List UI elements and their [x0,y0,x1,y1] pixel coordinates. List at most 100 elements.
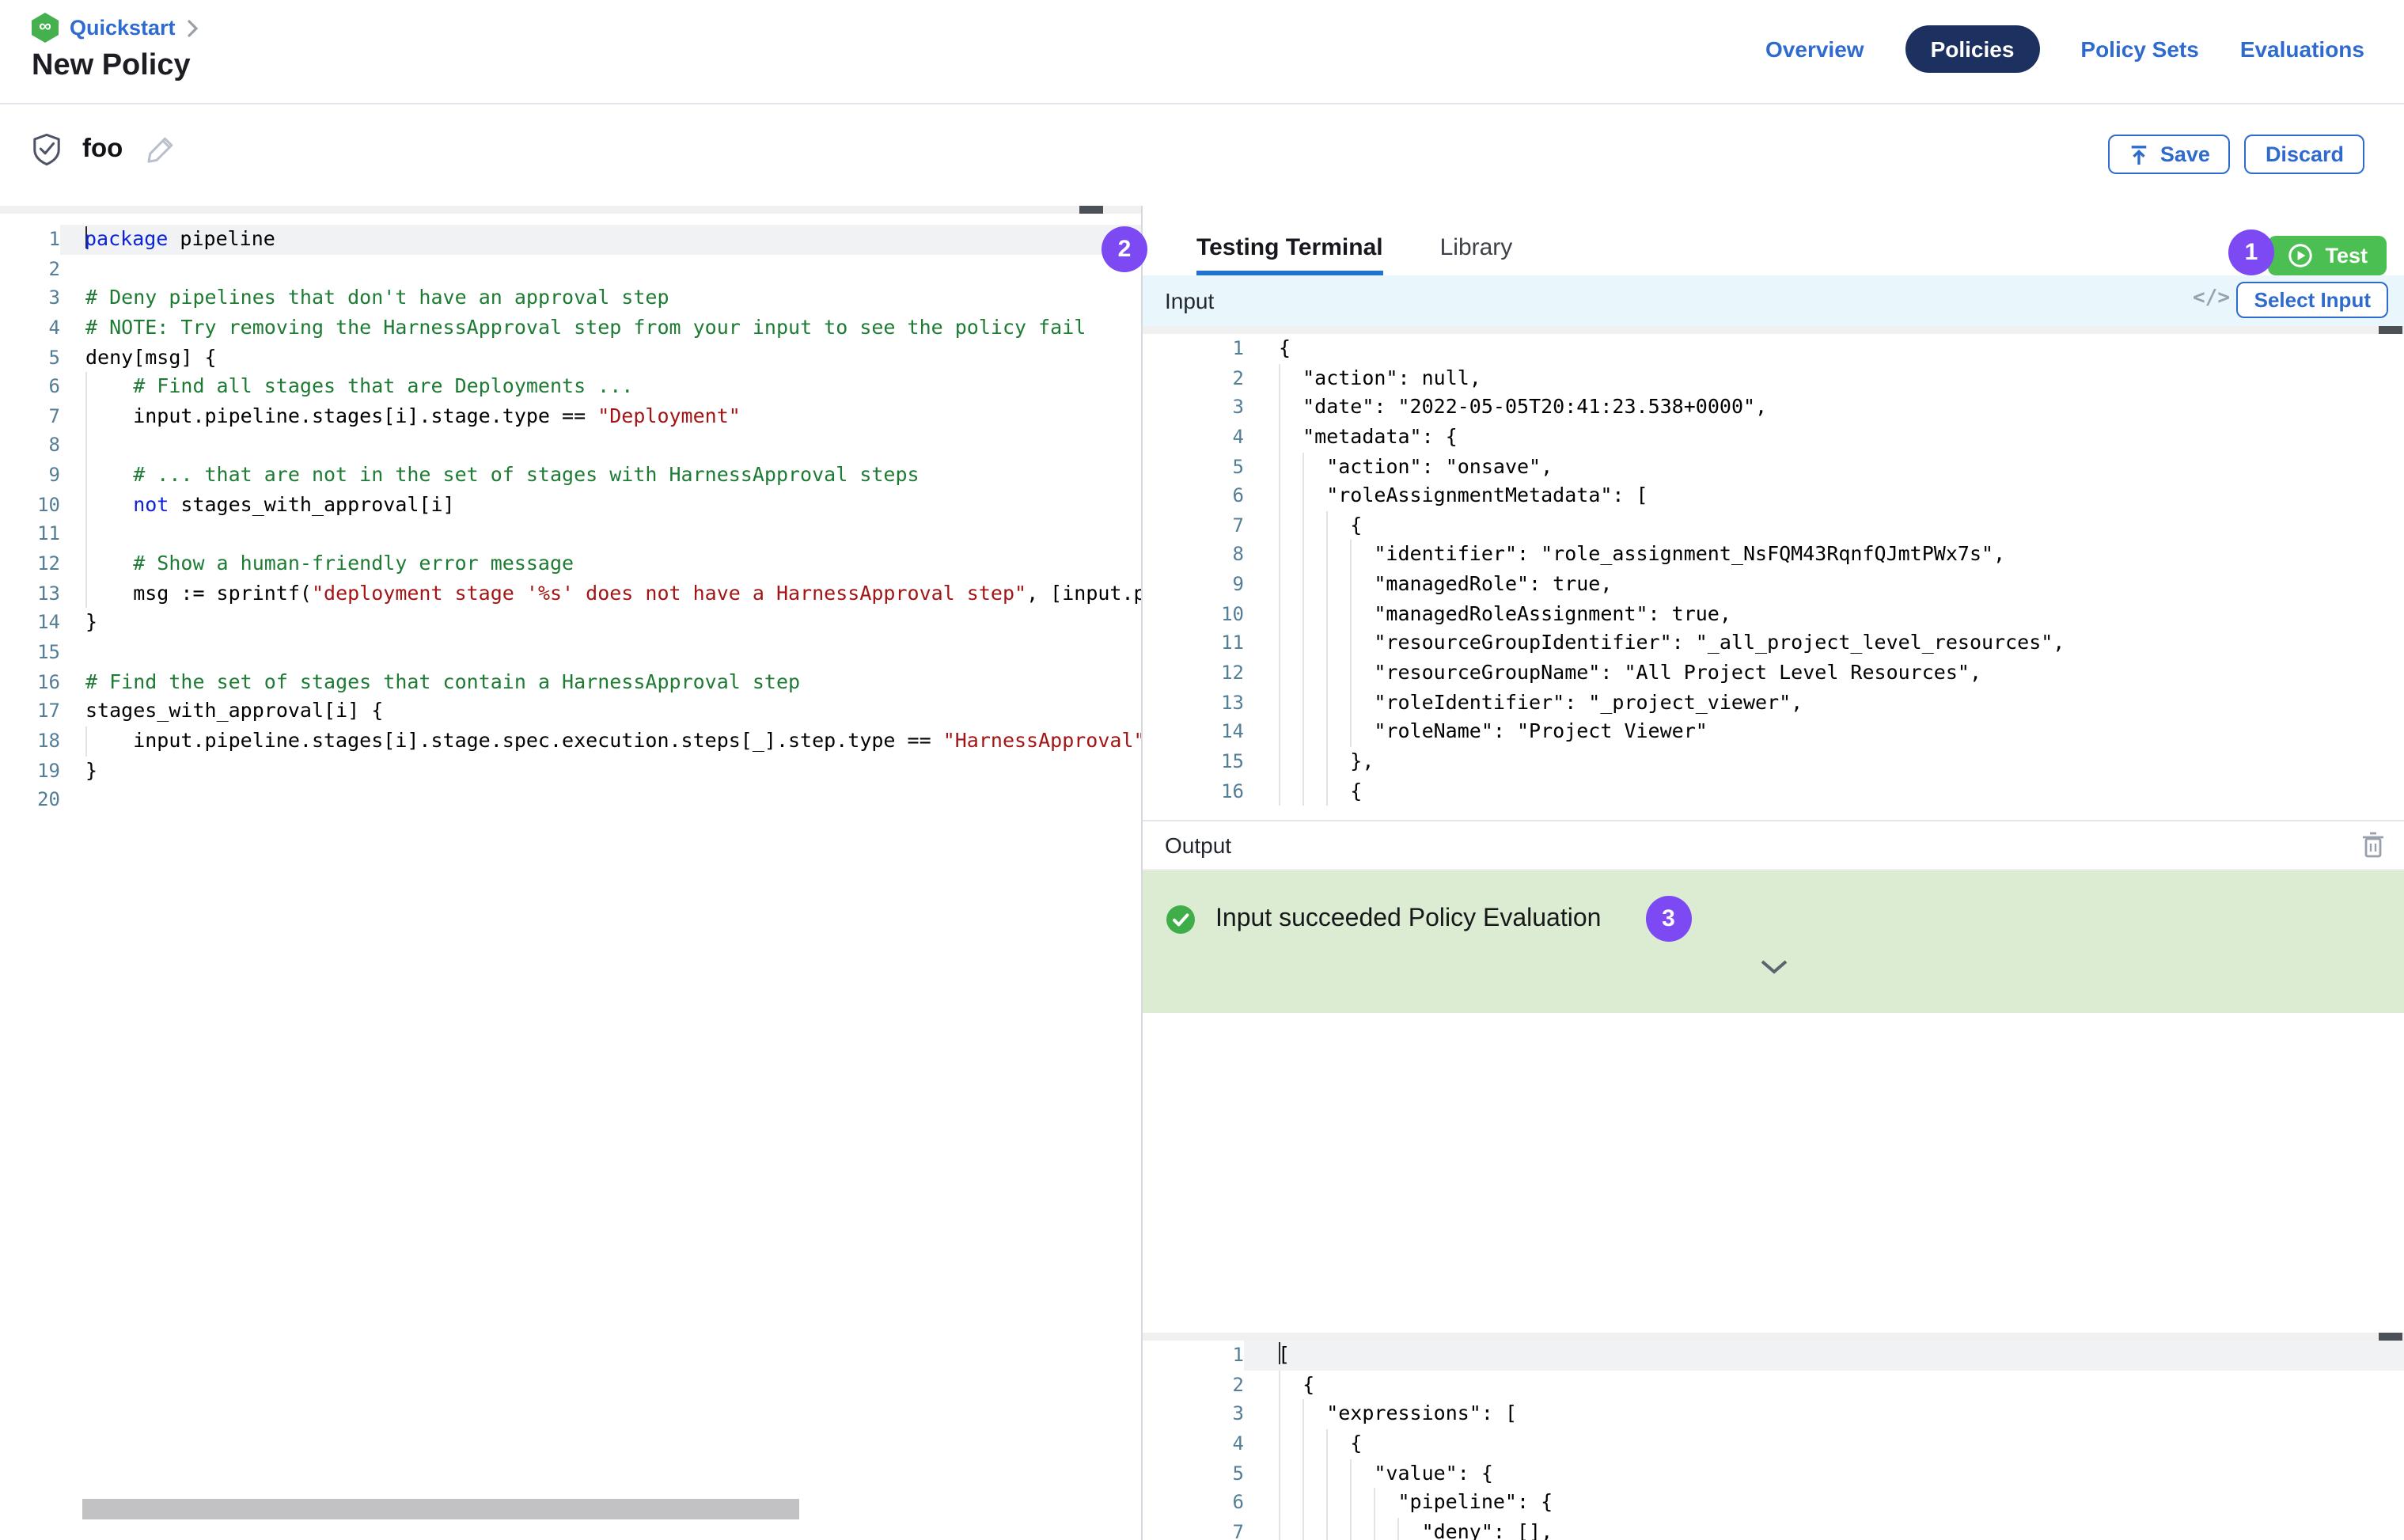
nav-overview[interactable]: Overview [1765,36,1864,62]
indent-guide [85,372,133,401]
line-number: 1 [1143,1341,1244,1370]
indent-guide [85,578,133,608]
code-line: 15}, [1143,747,2404,776]
code-token: # ... that are not in the set of stages … [133,462,919,486]
code-line: 11 "resourceGroupIdentifier": "_all_proje… [1143,629,2404,658]
line-number: 19 [0,756,60,785]
output-json-editor[interactable]: 1[2{3"expressions": [4{5"value": {6"pipe… [1143,1333,2404,1540]
indent-guide [1326,1429,1350,1458]
indent-guide [1326,570,1350,599]
tab-library[interactable]: Library [1440,234,1513,275]
code-token: { [1350,513,1362,537]
indent-guide [1302,1518,1326,1540]
input-section-header: Input </> Select Input [1143,275,2404,326]
discard-button[interactable]: Discard [2245,135,2364,174]
breadcrumb-project-link[interactable]: Quickstart [70,16,176,40]
discard-label: Discard [2266,142,2344,166]
scrollbar-thumb[interactable] [2379,326,2402,334]
indent-guide [1350,1458,1374,1488]
nav-evaluations[interactable]: Evaluations [2240,36,2364,62]
code-line: 12"resourceGroupName": "All Project Leve… [1143,658,2404,688]
code-view-icon[interactable]: </> [2193,286,2230,310]
code-line: 3"date": "2022-05-05T20:41:23.538+0000", [1143,393,2404,423]
indent-guide [1279,541,1302,570]
indent-guide [1350,688,1374,717]
policy-code-editor[interactable]: 1package pipeline23# Deny pipelines that… [0,206,1143,1540]
line-number: 3 [1143,1400,1244,1429]
indent-guide [1279,1429,1302,1458]
code-line: 8"identifier": "role_assignment_NsFQM43R… [1143,541,2404,570]
code-line: 16{ [1143,776,2404,806]
indent-guide [1326,747,1350,776]
code-line: 17stages_with_approval[i] { [0,697,1141,726]
trash-icon[interactable] [2361,831,2385,859]
code-token: "pipeline": { [1397,1489,1553,1513]
line-number: 10 [1143,600,1244,629]
indent-guide [1302,688,1326,717]
code-line: 4"metadata": { [1143,423,2404,452]
code-line: 1[ [1143,1341,2404,1370]
indent-guide [1397,1518,1421,1540]
indent-guide [1350,600,1374,629]
code-token: "managedRole": true, [1374,571,1612,595]
page-title: New Policy [32,49,191,84]
chevron-down-icon[interactable] [1759,959,1788,975]
nav-policy-sets[interactable]: Policy Sets [2080,36,2198,62]
code-line: 7input.pipeline.stages[i].stage.type == … [0,402,1141,431]
code-line: 6"pipeline": { [1143,1488,2404,1517]
indent-guide [1302,481,1326,510]
code-token: input.pipeline.stages[i].stage.type == [133,404,597,427]
test-label: Test [2325,244,2368,267]
line-number: 12 [0,549,60,578]
line-number: 7 [0,402,60,431]
code-line: 2{ [1143,1370,2404,1399]
indent-guide [1326,600,1350,629]
indent-guide [1279,363,1302,393]
indent-guide [1326,688,1350,717]
scrollbar-thumb[interactable] [1079,206,1103,214]
input-json-editor[interactable]: 1{2"action": null,3"date": "2022-05-05T2… [1143,326,2404,820]
indent-guide [1279,747,1302,776]
indent-guide [85,461,133,490]
code-token: "resourceGroupIdentifier": "_all_project… [1374,631,2065,654]
line-number: 14 [0,609,60,638]
code-line: 5deny[msg] { [0,343,1141,372]
test-button[interactable]: Test [2268,236,2387,275]
indent-guide [1326,1458,1350,1488]
indent-guide [1279,1488,1302,1517]
line-number: 16 [0,667,60,696]
indent-guide [1302,1488,1326,1517]
banner-message: Input succeeded Policy Evaluation [1215,905,1601,933]
code-token: "Deployment" [597,404,741,427]
indent-guide [1302,541,1326,570]
code-token: "resourceGroupName": "All Project Level … [1374,660,1981,684]
edit-pencil-icon[interactable] [143,133,176,166]
line-number: 2 [1143,1370,1244,1399]
code-token: msg := sprintf( [133,580,312,604]
code-token: }, [1350,749,1374,772]
indent-guide [1279,776,1302,806]
line-number: 11 [1143,629,1244,658]
code-token: "identifier": "role_assignment_NsFQM43Rq… [1374,542,2005,566]
code-line: 11 [0,520,1141,549]
indent-guide [1279,1370,1302,1399]
code-line: 2 [0,254,1141,283]
indent-guide [1326,718,1350,747]
code-token: "roleName": "Project Viewer" [1374,719,1707,743]
save-button[interactable]: Save [2108,135,2231,174]
line-number: 4 [1143,1429,1244,1458]
evaluation-success-banner: Input succeeded Policy Evaluation 3 [1143,871,2404,1013]
input-title: Input [1165,288,1214,313]
code-token: "action": "onsave", [1326,453,1553,477]
nav-policies[interactable]: Policies [1905,25,2040,73]
code-token: deny[msg] { [85,344,217,368]
line-number: 18 [0,726,60,756]
play-icon [2287,242,2314,269]
terminal-tabbar: Testing Terminal Library 1 Test [1143,206,2404,275]
code-token: "date": "2022-05-05T20:41:23.538+0000", [1302,395,1767,419]
select-input-button[interactable]: Select Input [2237,282,2388,318]
scrollbar-thumb[interactable] [2379,1333,2402,1341]
horizontal-scrollbar-thumb[interactable] [82,1499,799,1519]
indent-guide [85,726,133,756]
tab-testing-terminal[interactable]: Testing Terminal [1196,234,1383,275]
